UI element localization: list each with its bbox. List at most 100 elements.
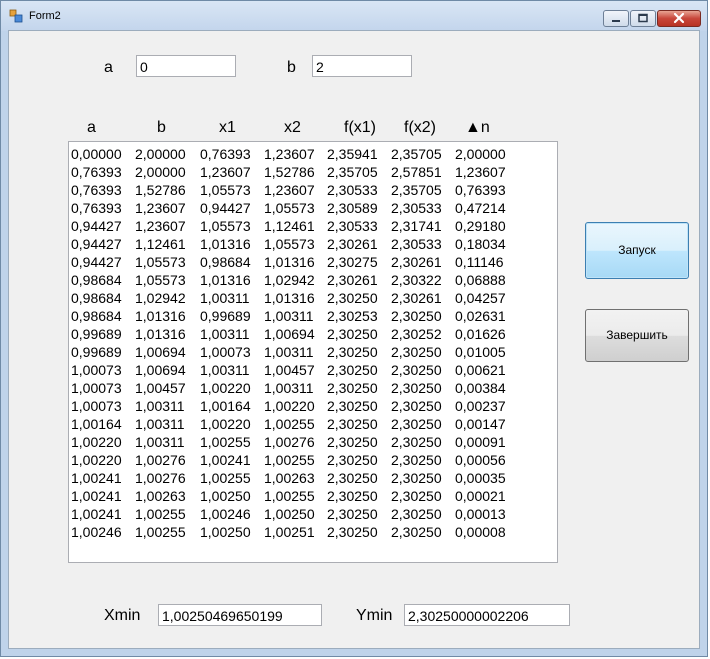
cell-fx1: 2,30261 (327, 272, 378, 288)
cell-a: 0,00000 (71, 146, 122, 162)
cell-x2: 1,00311 (264, 380, 314, 396)
cell-fx1: 2,30250 (327, 326, 378, 342)
cell-x2: 1,23607 (264, 182, 315, 198)
list-item[interactable]: 1,00164 1,00311 1,00220 1,00255 2,30250 2,302… (69, 416, 557, 434)
cell-a: 1,00164 (71, 416, 122, 432)
cell-fx2: 2,30250 (391, 524, 442, 540)
list-item[interactable]: 0,98684 1,01316 0,99689 1,00311 2,30253 2,302… (69, 308, 557, 326)
cell-a: 0,94427 (71, 254, 122, 270)
ymin-field[interactable]: 2,30250000002206 (404, 604, 570, 626)
close-button[interactable] (657, 10, 701, 27)
cell-a: 0,94427 (71, 236, 122, 252)
cell-b: 1,52786 (135, 182, 186, 198)
list-item[interactable]: 1,00073 1,00311 1,00164 1,00220 2,30250 2,302… (69, 398, 557, 416)
list-item[interactable]: 0,76393 1,52786 1,05573 1,23607 2,30533 2,357… (69, 182, 557, 200)
cell-x1: 1,00220 (200, 416, 251, 432)
cell-a: 0,94427 (71, 218, 122, 234)
cell-x2: 1,02942 (264, 272, 315, 288)
cell-fx2: 2,30250 (391, 344, 442, 360)
list-item[interactable]: 1,00246 1,00255 1,00250 1,00251 2,30250 2,302… (69, 524, 557, 542)
list-item[interactable]: 0,00000 2,00000 0,76393 1,23607 2,35941 2,357… (69, 146, 557, 164)
cell-fx1: 2,35705 (327, 164, 378, 180)
list-item[interactable]: 1,00073 1,00694 1,00311 1,00457 2,30250 2,302… (69, 362, 557, 380)
cell-a: 1,00073 (71, 362, 122, 378)
cell-delta-n: 2,00000 (455, 146, 506, 162)
cell-fx1: 2,30533 (327, 218, 378, 234)
list-item[interactable]: 0,94427 1,23607 1,05573 1,12461 2,30533 2,317… (69, 218, 557, 236)
list-item[interactable]: 1,00241 1,00255 1,00246 1,00250 2,30250 2,302… (69, 506, 557, 524)
b-input[interactable]: 2 (312, 55, 412, 77)
cell-fx2: 2,30322 (391, 272, 442, 288)
list-item[interactable]: 0,98684 1,05573 1,01316 1,02942 2,30261 2,303… (69, 272, 557, 290)
cell-b: 2,00000 (135, 164, 186, 180)
cell-fx1: 2,30250 (327, 434, 378, 450)
cell-a: 0,98684 (71, 308, 122, 324)
cell-delta-n: 0,76393 (455, 182, 506, 198)
header-delta-n: ▲n (465, 119, 490, 136)
cell-x2: 1,01316 (264, 254, 315, 270)
cell-b: 1,00276 (135, 470, 186, 486)
xmin-label: Xmin (104, 607, 141, 624)
list-item[interactable]: 1,00073 1,00457 1,00220 1,00311 2,30250 2,302… (69, 380, 557, 398)
list-item[interactable]: 0,94427 1,05573 0,98684 1,01316 2,30275 2,302… (69, 254, 557, 272)
cell-x2: 1,00255 (264, 488, 315, 504)
cell-delta-n: 0,18034 (455, 236, 506, 252)
start-button[interactable]: Запуск (585, 222, 689, 279)
cell-a: 0,76393 (71, 182, 122, 198)
cell-b: 1,01316 (135, 308, 186, 324)
cell-x1: 1,05573 (200, 182, 251, 198)
cell-b: 1,00255 (135, 506, 186, 522)
cell-delta-n: 0,00013 (455, 506, 506, 522)
cell-a: 0,99689 (71, 326, 122, 342)
maximize-button[interactable] (630, 10, 656, 27)
cell-a: 0,76393 (71, 200, 122, 216)
finish-button[interactable]: Завершить (585, 309, 689, 362)
cell-a: 1,00220 (71, 452, 122, 468)
list-item[interactable]: 0,99689 1,01316 1,00311 1,00694 2,30250 2,302… (69, 326, 557, 344)
list-item[interactable]: 0,76393 1,23607 0,94427 1,05573 2,30589 2,305… (69, 200, 557, 218)
cell-x1: 1,00164 (200, 398, 251, 414)
cell-x1: 1,23607 (200, 164, 251, 180)
cell-fx2: 2,30250 (391, 506, 442, 522)
cell-fx1: 2,30261 (327, 236, 378, 252)
list-item[interactable]: 1,00241 1,00276 1,00255 1,00263 2,30250 2,302… (69, 470, 557, 488)
cell-a: 0,76393 (71, 164, 122, 180)
cell-fx1: 2,30275 (327, 254, 378, 270)
cell-delta-n: 0,00237 (455, 398, 506, 414)
header-x2: x2 (284, 119, 301, 136)
header-fx1: f(x1) (344, 119, 376, 136)
list-item[interactable]: 0,98684 1,02942 1,00311 1,01316 2,30250 2,302… (69, 290, 557, 308)
cell-x2: 1,00457 (264, 362, 315, 378)
list-item[interactable]: 1,00220 1,00311 1,00255 1,00276 2,30250 2,302… (69, 434, 557, 452)
cell-delta-n: 0,00008 (455, 524, 506, 540)
xmin-field[interactable]: 1,00250469650199 (158, 604, 322, 626)
cell-b: 1,23607 (135, 218, 186, 234)
cell-b: 1,00311 (135, 434, 185, 450)
cell-x2: 1,00311 (264, 344, 314, 360)
cell-fx1: 2,30250 (327, 506, 378, 522)
cell-b: 1,00276 (135, 452, 186, 468)
cell-fx1: 2,30250 (327, 398, 378, 414)
cell-b: 1,00694 (135, 344, 186, 360)
cell-x1: 1,00311 (200, 326, 250, 342)
cell-a: 1,00246 (71, 524, 122, 540)
cell-x1: 0,98684 (200, 254, 251, 270)
title-bar[interactable]: Form2 (1, 1, 707, 31)
list-item[interactable]: 1,00241 1,00263 1,00250 1,00255 2,30250 2,302… (69, 488, 557, 506)
cell-x2: 1,00694 (264, 326, 315, 342)
cell-fx2: 2,31741 (391, 218, 442, 234)
cell-b: 2,00000 (135, 146, 186, 162)
list-item[interactable]: 0,94427 1,12461 1,01316 1,05573 2,30261 2,305… (69, 236, 557, 254)
cell-fx1: 2,30250 (327, 380, 378, 396)
header-fx2: f(x2) (404, 119, 436, 136)
list-item[interactable]: 0,99689 1,00694 1,00073 1,00311 2,30250 2,302… (69, 344, 557, 362)
cell-x2: 1,00250 (264, 506, 315, 522)
cell-x2: 1,00255 (264, 452, 315, 468)
a-input[interactable]: 0 (136, 55, 236, 77)
cell-x1: 0,76393 (200, 146, 251, 162)
results-listbox[interactable]: 0,00000 2,00000 0,76393 1,23607 2,35941 2,357… (68, 141, 558, 563)
cell-b: 1,00694 (135, 362, 186, 378)
list-item[interactable]: 1,00220 1,00276 1,00241 1,00255 2,30250 2,302… (69, 452, 557, 470)
list-item[interactable]: 0,76393 2,00000 1,23607 1,52786 2,35705 2,578… (69, 164, 557, 182)
minimize-button[interactable] (603, 10, 629, 27)
